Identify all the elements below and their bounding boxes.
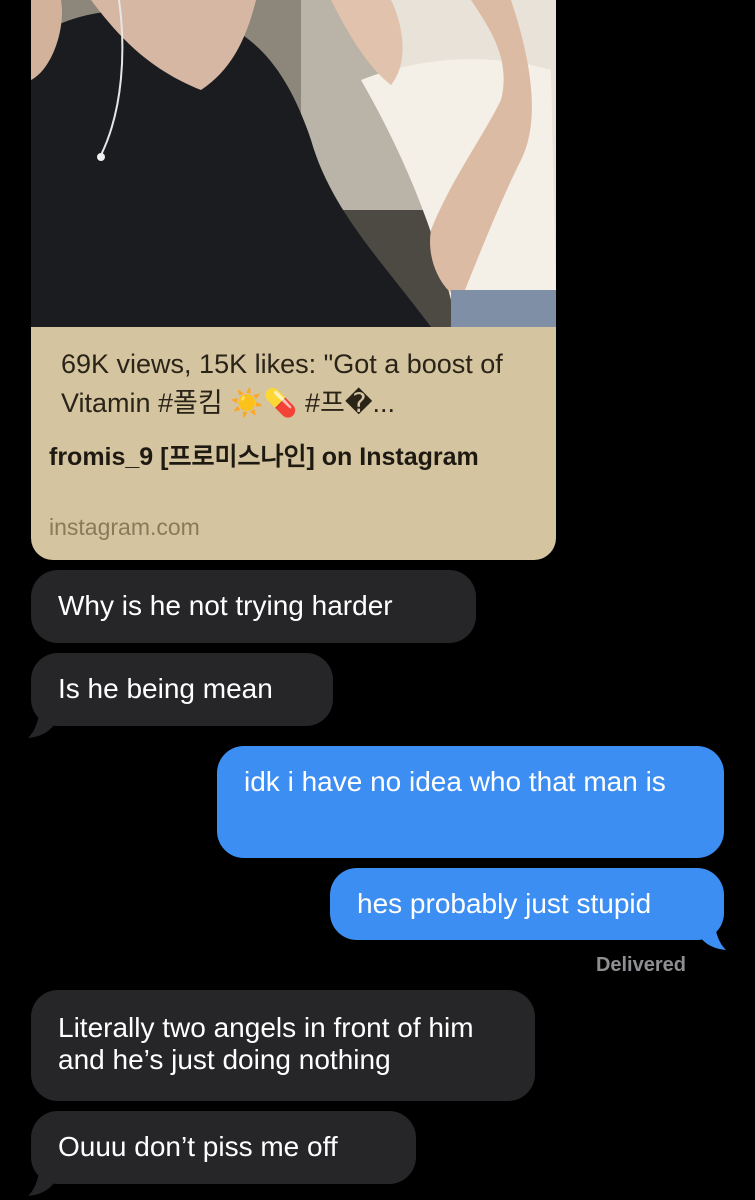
message-text: hes probably just stupid [357, 888, 652, 919]
preview-image [31, 0, 556, 327]
message-text: Literally two angels in front of him and… [58, 1012, 474, 1075]
bubble-tail-outgoing [698, 912, 726, 950]
message-bubble-outgoing[interactable]: hes probably just stupid [330, 868, 724, 940]
delivered-status: Delivered [595, 954, 686, 976]
message-bubble-outgoing[interactable]: idk i have no idea who that man is [217, 746, 724, 858]
message-text: idk i have no idea who that man is [244, 766, 666, 797]
message-text: Why is he not trying harder [58, 590, 393, 621]
link-preview-title: fromis_9 [프로미스나인] on Instagram [49, 443, 479, 471]
link-preview-body: 69K views, 15K likes: "Got a boost of Vi… [31, 327, 556, 560]
bubble-tail-incoming [28, 700, 56, 738]
message-text: Ouuu don’t piss me off [58, 1131, 338, 1162]
link-preview-description: 69K views, 15K likes: "Got a boost of Vi… [61, 349, 503, 418]
link-preview-card[interactable]: 69K views, 15K likes: "Got a boost of Vi… [31, 0, 556, 560]
message-bubble-incoming[interactable]: Ouuu don’t piss me off [31, 1111, 416, 1184]
message-bubble-incoming[interactable]: Why is he not trying harder [31, 570, 476, 643]
preview-photo [31, 0, 556, 327]
message-bubble-incoming[interactable]: Is he being mean [31, 653, 333, 726]
link-preview-domain: instagram.com [49, 514, 200, 540]
message-bubble-incoming[interactable]: Literally two angels in front of him and… [31, 990, 535, 1101]
message-text: Is he being mean [58, 673, 273, 704]
bubble-tail-incoming [28, 1158, 56, 1196]
